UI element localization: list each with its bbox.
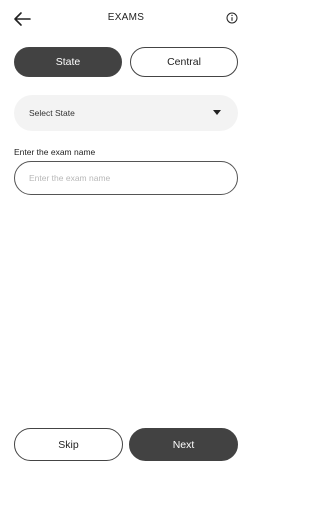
caret-down-icon xyxy=(213,110,221,115)
app-header: EXAMS xyxy=(0,0,252,38)
page-title: EXAMS xyxy=(107,12,145,23)
info-icon[interactable] xyxy=(226,12,238,24)
state-toggle-button[interactable]: State xyxy=(14,47,122,77)
exam-name-input[interactable] xyxy=(14,161,238,195)
skip-button[interactable]: Skip xyxy=(14,428,123,461)
next-button[interactable]: Next xyxy=(129,428,238,461)
central-toggle-button[interactable]: Central xyxy=(130,47,238,77)
state-select-dropdown[interactable]: Select State xyxy=(14,95,238,131)
exam-name-label: Enter the exam name xyxy=(14,147,96,157)
state-select-value: Select State xyxy=(29,108,75,118)
